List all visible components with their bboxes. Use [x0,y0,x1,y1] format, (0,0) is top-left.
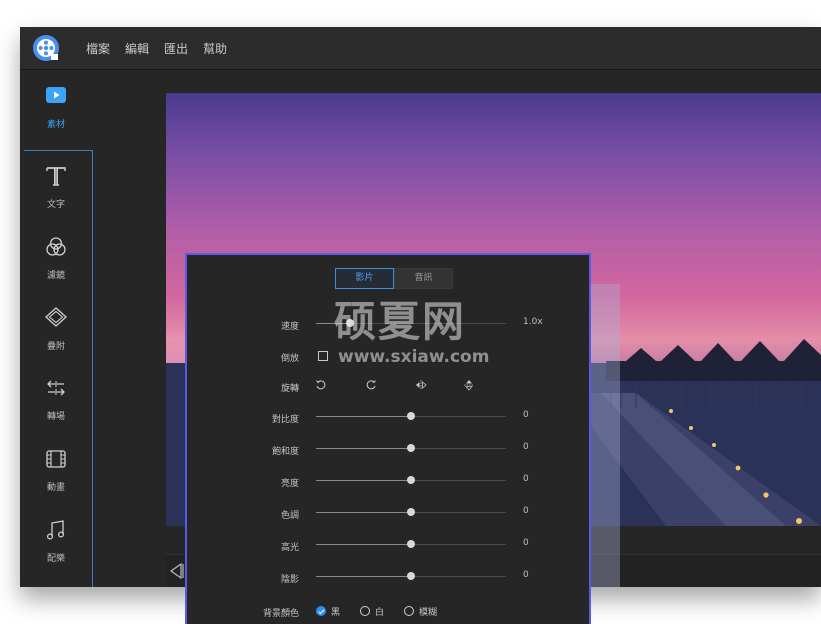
rotate-label: 旋轉 [280,384,299,394]
menu-file[interactable]: 檔案 [86,40,110,57]
sidebar-item-text[interactable]: 文字 [20,154,92,224]
brightness-value: 0 [523,474,529,484]
text-icon [46,167,66,186]
highlights-slider[interactable] [316,538,506,552]
slider-knob[interactable] [407,412,415,420]
sidebar-item-music[interactable]: 配樂 [20,508,92,578]
hue-label: 色調 [280,511,299,521]
menu-edit[interactable]: 編輯 [125,40,149,57]
contrast-value: 0 [523,410,529,420]
app-logo-icon [33,35,59,61]
hue-value: 0 [523,506,529,516]
highlights-value: 0 [523,538,529,548]
saturation-value: 0 [523,442,529,452]
slider-knob[interactable] [407,444,415,452]
music-icon [46,520,65,540]
slider-knob[interactable] [407,572,415,580]
rotate-left-icon[interactable] [315,379,327,391]
saturation-slider[interactable] [316,442,506,456]
sidebar-divider [24,150,92,151]
transition-icon [47,380,65,396]
overlay-icon [45,307,67,327]
sidebar-item-animation[interactable]: 動畫 [20,437,92,507]
sidebar-item-label: 動畫 [46,483,65,493]
brightness-slider[interactable] [316,474,506,488]
tab-audio[interactable]: 音訊 [394,268,453,289]
shadows-label: 陰影 [280,575,299,585]
sidebar: 素材 文字 濾鏡 疊附 轉場 動畫 配樂 [20,70,93,587]
contrast-label: 對比度 [271,415,299,425]
sidebar-item-label: 轉場 [46,412,65,422]
sidebar-item-filter[interactable]: 濾鏡 [20,225,92,295]
radio-white-label: 白 [375,607,385,618]
rotate-right-icon[interactable] [365,379,377,391]
shadows-value: 0 [523,570,529,580]
reverse-checkbox[interactable] [318,351,328,361]
radio-white[interactable] [360,606,371,616]
slider-fill [316,512,411,513]
brightness-label: 亮度 [280,479,299,489]
background-color-label: 背景顏色 [262,609,299,619]
panel-tabs: 影片 音訊 [335,268,453,289]
media-icon [46,87,66,103]
sidebar-item-label: 文字 [46,200,65,210]
watermark-url: www.sxiaw.com [338,347,490,367]
slider-fill [316,416,411,417]
contrast-slider[interactable] [316,410,506,424]
slider-knob[interactable] [407,476,415,484]
hue-slider[interactable] [316,506,506,520]
sidebar-item-label: 配樂 [46,554,65,564]
menu-bar: 檔案 編輯 匯出 幫助 [20,27,821,70]
sidebar-item-transition[interactable]: 轉場 [20,366,92,436]
sidebar-item-label: 濾鏡 [46,271,65,281]
speed-label: 速度 [280,322,299,332]
menu-export[interactable]: 匯出 [164,40,188,57]
slider-fill [316,544,411,545]
slider-fill [316,448,411,449]
background-color-options: 黑 白 模糊 [316,604,457,618]
radio-blur[interactable] [404,606,415,616]
slider-knob[interactable] [407,508,415,516]
slider-fill [316,480,411,481]
tab-video[interactable]: 影片 [335,268,394,289]
shadows-slider[interactable] [316,570,506,584]
sidebar-item-media[interactable]: 素材 [20,74,92,144]
sidebar-item-overlay[interactable]: 疊附 [20,296,92,366]
highlights-label: 高光 [280,543,299,553]
reverse-label: 倒放 [280,354,299,364]
slider-knob[interactable] [407,540,415,548]
saturation-label: 飽和度 [271,447,299,457]
animation-icon [46,450,66,468]
flip-horizontal-icon[interactable] [415,379,427,391]
watermark-title: 硕夏网 [334,297,467,346]
sidebar-item-label: 疊附 [46,342,65,352]
sidebar-item-label: 素材 [46,120,65,130]
menu-help[interactable]: 幫助 [203,40,227,57]
radio-black[interactable] [316,606,326,616]
sidebar-separator [92,150,93,587]
radio-black-label: 黑 [331,607,341,618]
filter-icon [46,237,66,256]
speed-value: 1.0x [523,317,543,327]
slider-fill [316,576,411,577]
previous-frame-icon[interactable] [167,560,185,582]
radio-blur-label: 模糊 [419,607,438,618]
flip-vertical-icon[interactable] [463,379,475,391]
